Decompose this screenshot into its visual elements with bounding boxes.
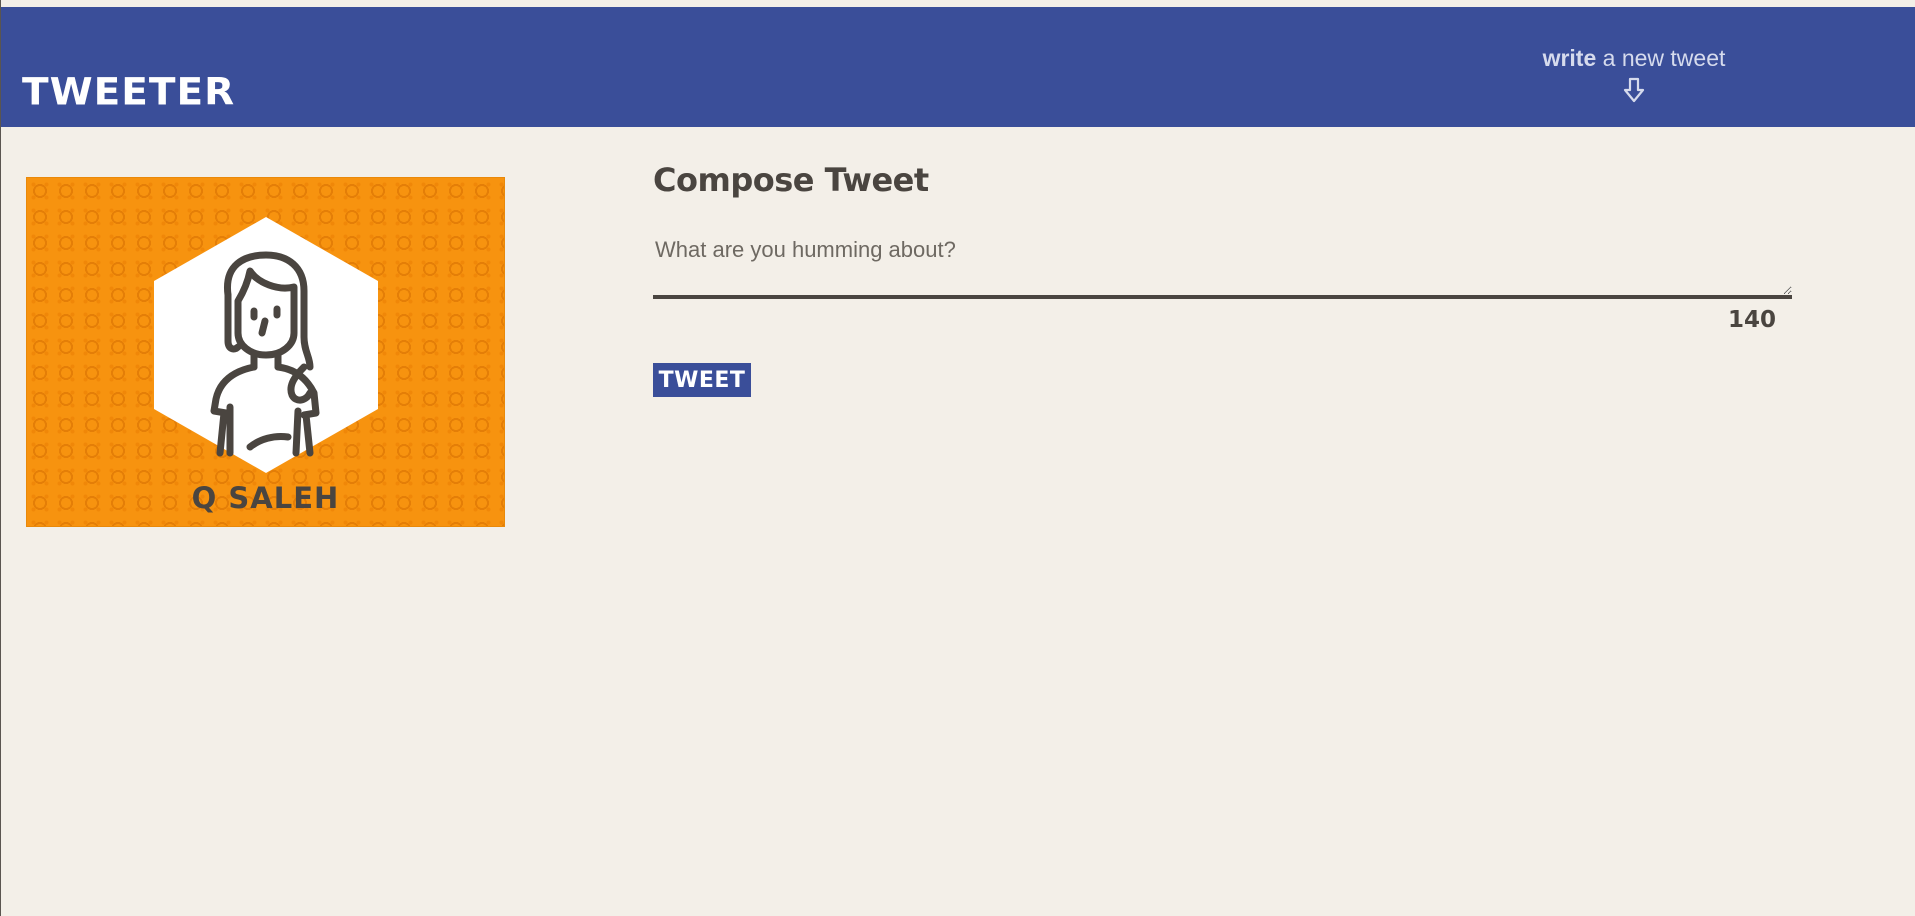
person-avatar-icon [154,217,378,473]
compose-tweet-section: Compose Tweet 140 TWEET [653,157,1792,397]
top-strip [0,0,1915,7]
tweet-input[interactable] [653,233,1792,299]
write-label: write [1542,45,1597,71]
write-new-tweet-label: write a new tweet [1501,43,1767,73]
brand-logo[interactable]: TWEETER [22,74,235,111]
arrow-down-icon[interactable] [1623,77,1645,103]
new-tweet-label: a new tweet [1596,45,1726,71]
profile-card: Q SALEH [26,177,505,527]
profile-name: Q SALEH [191,481,340,515]
write-new-tweet-toggle[interactable]: write a new tweet [1501,43,1767,103]
character-counter: 140 [1727,307,1776,333]
tweet-button[interactable]: TWEET [653,363,751,397]
compose-title: Compose Tweet [653,161,929,199]
window-left-border [0,0,1,916]
navbar: TWEETER write a new tweet [1,7,1915,127]
